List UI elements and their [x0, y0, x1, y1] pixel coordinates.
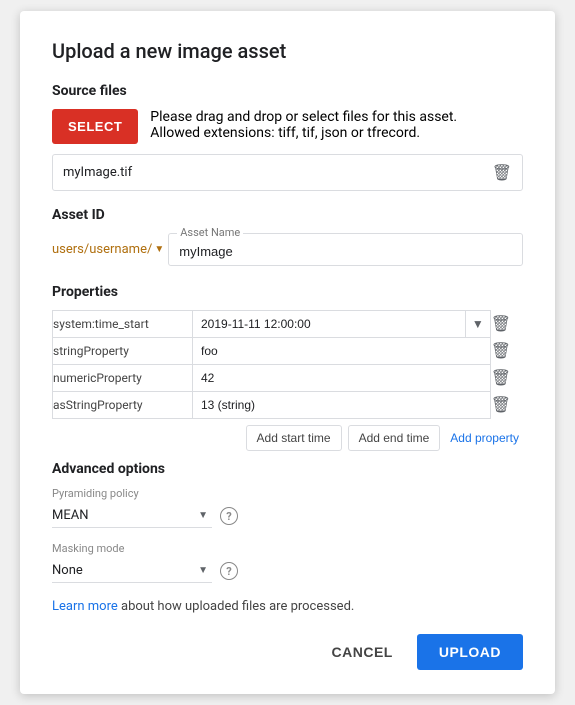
prop-delete-cell: 🗑	[490, 311, 522, 338]
source-files-section: Source files SELECT Please drag and drop…	[52, 83, 523, 191]
asset-name-label: Asset Name	[177, 226, 243, 239]
advanced-section: Advanced options Pyramiding policy MEAN …	[52, 461, 523, 583]
source-description: Please drag and drop or select files for…	[150, 109, 457, 141]
dialog-title: Upload a new image asset	[52, 39, 523, 63]
prop-value-input[interactable]	[193, 392, 490, 418]
properties-table: system:time_start▼🗑stringProperty🗑numeri…	[52, 310, 523, 419]
learn-more-text: about how uploaded files are processed.	[118, 599, 355, 614]
pyramiding-value: MEAN	[52, 508, 198, 523]
prop-value-cell	[193, 392, 491, 419]
prop-value-input[interactable]	[193, 365, 490, 391]
prop-delete-button[interactable]: 🗑	[491, 341, 511, 361]
add-property-button[interactable]: Add property	[446, 425, 523, 451]
file-row: myImage.tif 🗑	[52, 154, 523, 191]
table-row: stringProperty 🗑	[53, 338, 523, 365]
prop-delete-button[interactable]: 🗑	[491, 314, 511, 334]
properties-section: Properties system:time_start▼🗑stringProp…	[52, 284, 523, 451]
footer: CANCEL UPLOAD	[52, 634, 523, 670]
learn-more-row: Learn more about how uploaded files are …	[52, 599, 523, 614]
source-files-label: Source files	[52, 83, 523, 99]
asset-prefix-text: users/username/	[52, 242, 152, 257]
prop-key-cell: system:time_start	[53, 311, 193, 338]
pyramiding-label: Pyramiding policy	[52, 487, 523, 500]
prop-key-cell: numericProperty	[53, 365, 193, 392]
masking-dropdown[interactable]: None ▼	[52, 559, 212, 583]
prop-value-input[interactable]	[193, 338, 490, 364]
masking-row: None ▼ ?	[52, 559, 523, 583]
asset-id-label: Asset ID	[52, 207, 523, 223]
asset-name-field-wrapper: Asset Name	[168, 233, 523, 266]
prop-value-cell	[193, 338, 491, 365]
asset-id-section: Asset ID users/username/ ▼ Asset Name	[52, 207, 523, 266]
select-button[interactable]: SELECT	[52, 109, 138, 144]
add-start-time-button[interactable]: Add start time	[246, 425, 342, 451]
prop-value-input[interactable]	[193, 311, 465, 337]
prop-value-cell: ▼	[193, 311, 491, 338]
prop-key-cell: asStringProperty	[53, 392, 193, 419]
asset-prefix[interactable]: users/username/ ▼	[52, 242, 164, 257]
pyramiding-chevron-icon: ▼	[198, 510, 208, 521]
asset-id-row: users/username/ ▼ Asset Name	[52, 233, 523, 266]
prop-actions: Add start time Add end time Add property	[52, 425, 523, 451]
add-end-time-button[interactable]: Add end time	[348, 425, 441, 451]
prop-delete-button[interactable]: 🗑	[491, 368, 511, 388]
file-delete-icon[interactable]: 🗑	[492, 163, 512, 182]
masking-help-icon[interactable]: ?	[220, 562, 238, 580]
pyramiding-row: MEAN ▼ ?	[52, 504, 523, 528]
source-desc-line2: Allowed extensions: tiff, tif, json or t…	[150, 125, 457, 141]
source-files-row: SELECT Please drag and drop or select fi…	[52, 109, 523, 144]
pyramiding-dropdown[interactable]: MEAN ▼	[52, 504, 212, 528]
prop-delete-button[interactable]: 🗑	[491, 395, 511, 415]
upload-button[interactable]: UPLOAD	[417, 634, 523, 670]
upload-dialog: Upload a new image asset Source files SE…	[20, 11, 555, 694]
cancel-button[interactable]: CANCEL	[316, 634, 409, 670]
masking-field: Masking mode None ▼ ?	[52, 542, 523, 583]
source-desc-line1: Please drag and drop or select files for…	[150, 109, 457, 125]
table-row: system:time_start ▼🗑	[53, 311, 523, 338]
asset-prefix-chevron-icon: ▼	[154, 244, 164, 255]
file-name: myImage.tif	[63, 165, 492, 180]
masking-value: None	[52, 563, 198, 578]
prop-dropdown-arrow-icon[interactable]: ▼	[465, 311, 490, 337]
prop-value-cell	[193, 365, 491, 392]
table-row: asStringProperty 🗑	[53, 392, 523, 419]
prop-delete-cell: 🗑	[490, 338, 522, 365]
pyramiding-help-icon[interactable]: ?	[220, 507, 238, 525]
prop-delete-cell: 🗑	[490, 392, 522, 419]
learn-more-link[interactable]: Learn more	[52, 599, 118, 614]
advanced-label: Advanced options	[52, 461, 523, 477]
properties-label: Properties	[52, 284, 523, 300]
prop-delete-cell: 🗑	[490, 365, 522, 392]
prop-key-cell: stringProperty	[53, 338, 193, 365]
pyramiding-field: Pyramiding policy MEAN ▼ ?	[52, 487, 523, 528]
table-row: numericProperty 🗑	[53, 365, 523, 392]
masking-label: Masking mode	[52, 542, 523, 555]
masking-chevron-icon: ▼	[198, 565, 208, 576]
